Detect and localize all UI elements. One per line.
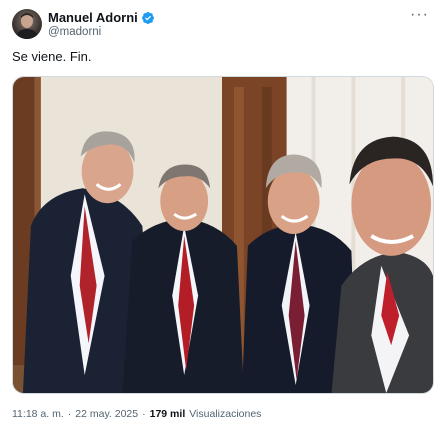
post: Manuel Adorni @madorni ··· Se viene. Fin… bbox=[0, 0, 445, 435]
avatar[interactable] bbox=[12, 9, 42, 39]
verified-badge-icon bbox=[141, 11, 155, 25]
post-time[interactable]: 11:18 a. m. bbox=[12, 408, 64, 420]
post-header: Manuel Adorni @madorni ··· bbox=[12, 7, 433, 40]
author-name[interactable]: Manuel Adorni bbox=[48, 10, 138, 25]
meta-separator: · bbox=[67, 408, 72, 420]
post-image[interactable] bbox=[12, 76, 434, 394]
more-dots-icon[interactable]: ··· bbox=[410, 7, 429, 23]
views-count: 179 mil bbox=[149, 408, 186, 420]
post-date[interactable]: 22 may. 2025 bbox=[75, 408, 138, 420]
post-meta: 11:18 a. m. · 22 may. 2025 · 179 mil Vis… bbox=[12, 408, 261, 420]
post-text: Se viene. Fin. bbox=[12, 49, 92, 64]
author-handle[interactable]: @madorni bbox=[48, 26, 101, 38]
meta-separator: · bbox=[142, 408, 146, 420]
views-label: Visualizaciones bbox=[189, 408, 262, 420]
author-name-row: Manuel Adorni bbox=[48, 10, 155, 25]
